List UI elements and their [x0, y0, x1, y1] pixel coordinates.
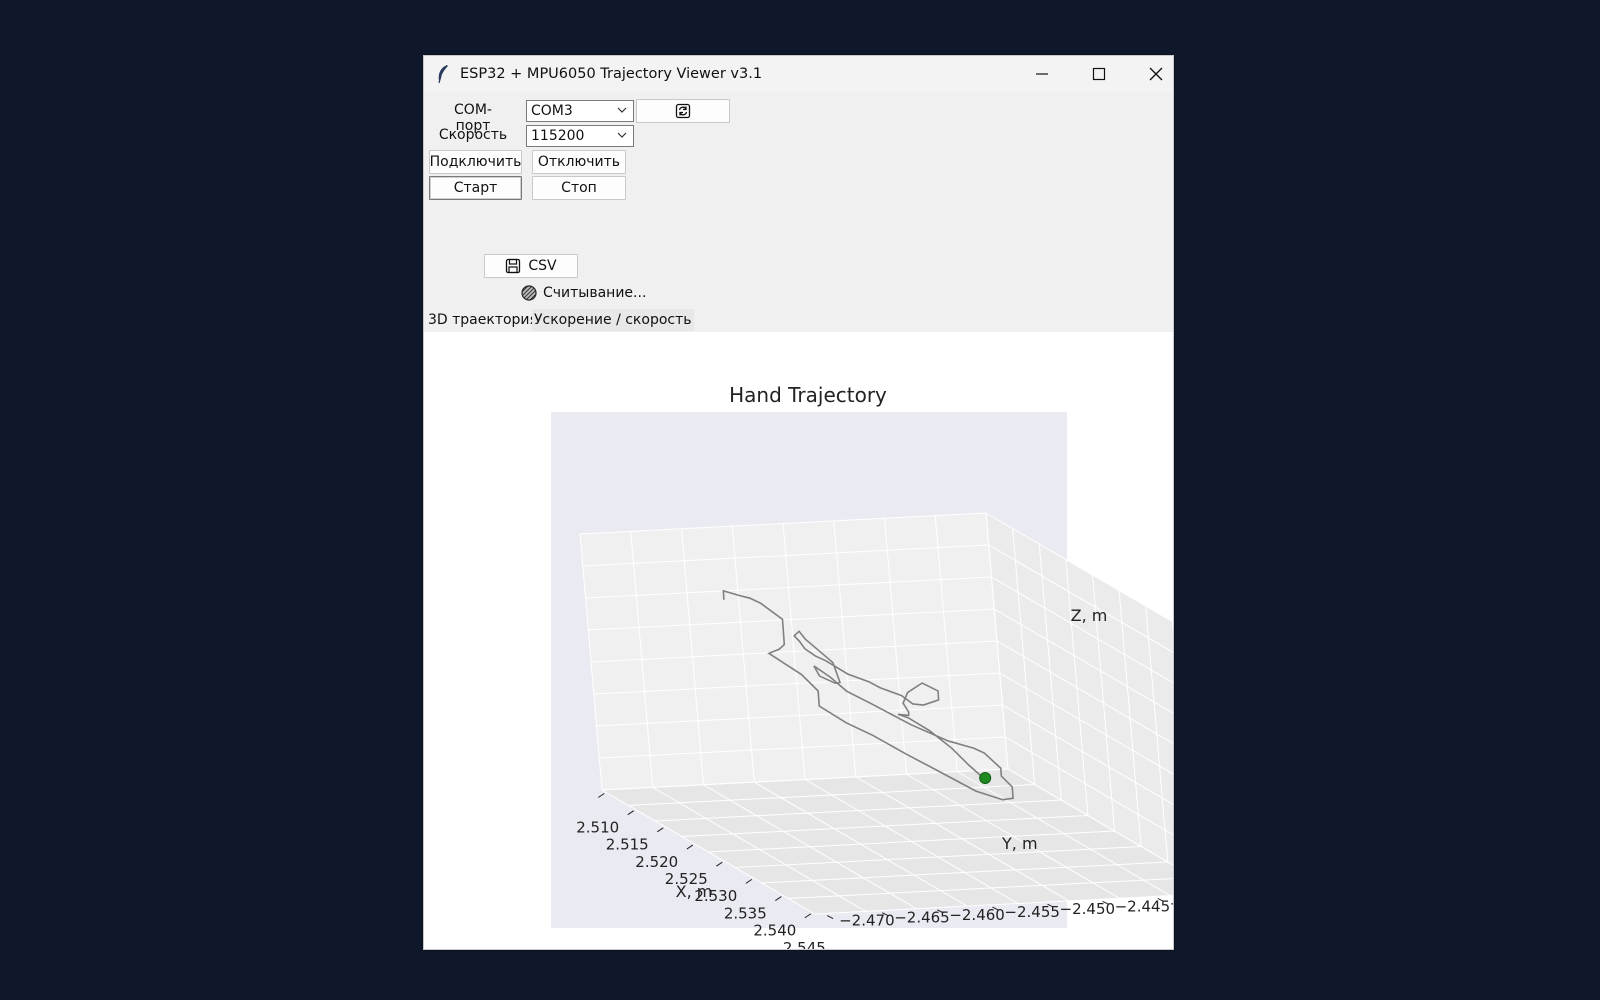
status-text: Считывание...	[543, 285, 647, 301]
x-tick-label: 2.515	[606, 836, 649, 854]
disconnect-button[interactable]: Отключить	[532, 150, 626, 174]
z-axis-label: Z, m	[1071, 606, 1108, 625]
y-tick-label: −2.465	[894, 909, 950, 927]
status-indicator: Считывание...	[521, 285, 646, 301]
tab-3d-trajectory[interactable]: 3D траектория	[426, 309, 540, 331]
com-port-select[interactable]: COM3	[526, 100, 634, 122]
x-tick-label: 2.545	[783, 939, 826, 949]
maximize-icon	[1092, 67, 1106, 81]
chart-title: Hand Trajectory	[729, 383, 887, 407]
y-tick-label: −2.440	[1170, 894, 1173, 912]
close-button[interactable]	[1128, 56, 1173, 92]
start-button[interactable]: Старт	[429, 176, 522, 200]
tab-label: 3D траектория	[428, 312, 538, 328]
current-position-marker	[979, 771, 992, 784]
y-tick-label: −2.455	[1004, 903, 1060, 921]
x-tick-label: 2.535	[724, 904, 767, 922]
stop-button[interactable]: Стоп	[532, 176, 626, 200]
minimize-icon	[1036, 73, 1048, 75]
baud-rate-value: 115200	[531, 128, 585, 144]
hatched-circle-icon	[521, 285, 537, 301]
y-tick-label: −2.445	[1115, 897, 1171, 915]
refresh-icon	[675, 103, 691, 119]
window-title: ESP32 + MPU6050 Trajectory Viewer v3.1	[460, 66, 763, 82]
refresh-ports-button[interactable]	[636, 99, 730, 123]
x-axis-label: X, m	[676, 882, 713, 901]
chevron-down-icon	[617, 132, 627, 138]
save-csv-label: CSV	[528, 258, 557, 274]
x-tick-label: 2.520	[635, 853, 678, 871]
floppy-disk-icon	[506, 258, 521, 274]
x-tick-label: 2.540	[753, 922, 796, 940]
tab-acceleration-velocity[interactable]: Ускорение / скорость	[532, 309, 694, 331]
title-bar[interactable]: ESP32 + MPU6050 Trajectory Viewer v3.1	[424, 56, 1173, 92]
plot-area: Hand Trajectory 2.510 2.515 2.520 2.525 2.53…	[424, 332, 1173, 949]
close-icon	[1149, 67, 1163, 81]
y-tick-label: −2.460	[949, 906, 1005, 924]
baud-rate-select[interactable]: 115200	[526, 125, 634, 147]
x-tick-label: 2.510	[576, 818, 619, 836]
trajectory-chart: Hand Trajectory 2.5102.5152.5202.5252.53…	[551, 383, 1173, 949]
save-csv-button[interactable]: CSV	[484, 254, 578, 278]
y-axis-label: Y, m	[1001, 834, 1038, 853]
speed-label: Скорость	[438, 127, 508, 143]
com-port-value: COM3	[531, 103, 573, 119]
connect-button[interactable]: Подключить	[429, 150, 522, 174]
feather-icon	[438, 65, 448, 84]
minimize-button[interactable]	[1014, 56, 1070, 92]
tab-label: Ускорение / скорость	[534, 312, 692, 328]
maximize-button[interactable]	[1071, 56, 1127, 92]
y-tick-label: −2.450	[1060, 900, 1116, 918]
app-window: ESP32 + MPU6050 Trajectory Viewer v3.1 C…	[423, 55, 1174, 950]
y-tick-label: −2.470	[839, 912, 895, 930]
chevron-down-icon	[617, 107, 627, 113]
